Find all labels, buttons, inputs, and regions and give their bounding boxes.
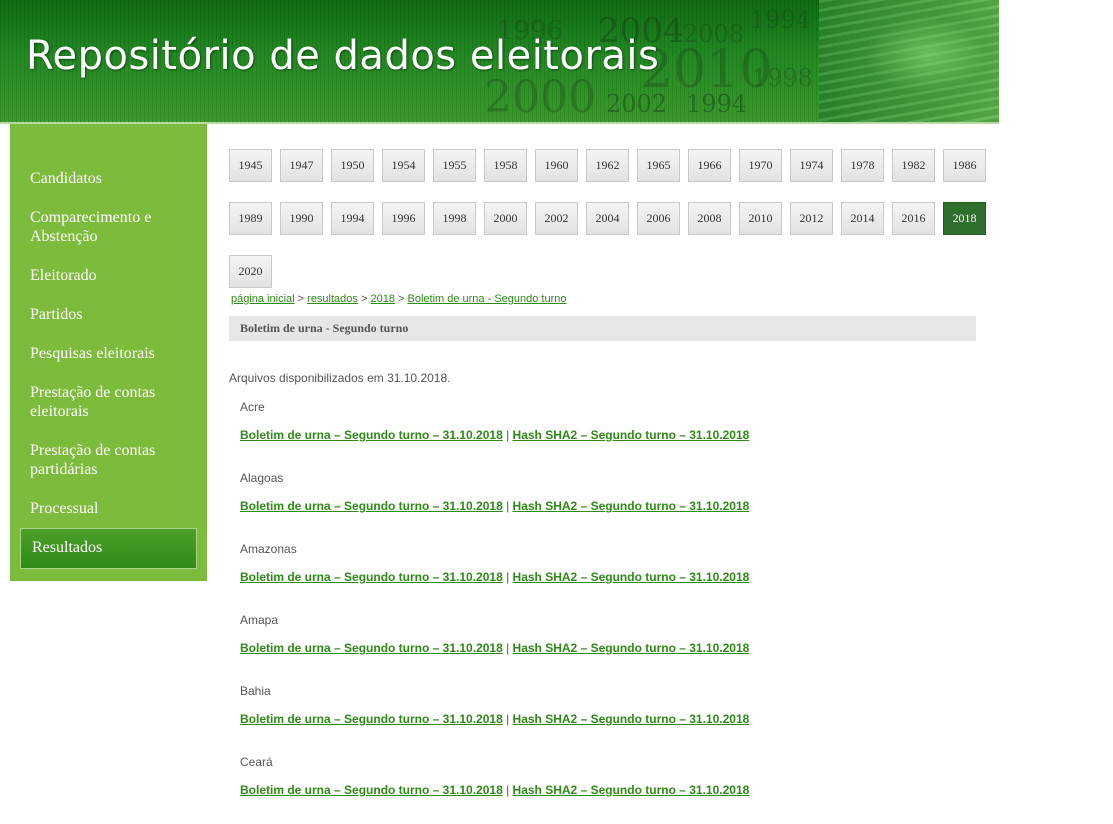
banner-decor-year: 1998 bbox=[752, 64, 814, 92]
state-name: Ceará bbox=[240, 755, 273, 769]
sidebar-item-prestacao-partidarias[interactable]: Prestação de contas partidárias bbox=[30, 441, 180, 479]
site-title: Repositório de dados eleitorais bbox=[26, 33, 660, 79]
sidebar-item-candidatos[interactable]: Candidatos bbox=[30, 169, 200, 188]
sidebar-nav: Candidatos Comparecimento e Abstenção El… bbox=[10, 124, 207, 581]
year-button[interactable]: 1947 bbox=[280, 149, 323, 182]
hash-link[interactable]: Hash SHA2 – Segundo turno – 31.10.2018 bbox=[513, 712, 750, 726]
hash-link[interactable]: Hash SHA2 – Segundo turno – 31.10.2018 bbox=[513, 499, 750, 513]
sidebar-item-processual[interactable]: Processual bbox=[30, 499, 200, 518]
state-name: Acre bbox=[240, 400, 265, 414]
state-entry: Ceará Boletim de urna – Segundo turno – … bbox=[240, 755, 980, 797]
state-links: Boletim de urna – Segundo turno – 31.10.… bbox=[240, 712, 980, 726]
state-name: Amapa bbox=[240, 613, 279, 627]
year-button[interactable]: 2014 bbox=[841, 202, 884, 235]
sidebar-item-partidos[interactable]: Partidos bbox=[30, 305, 200, 324]
breadcrumb-link[interactable]: resultados bbox=[307, 293, 358, 305]
year-button[interactable]: 2020 bbox=[229, 255, 272, 288]
state-links: Boletim de urna – Segundo turno – 31.10.… bbox=[240, 428, 980, 442]
state-links: Boletim de urna – Segundo turno – 31.10.… bbox=[240, 570, 980, 584]
year-button[interactable]: 1994 bbox=[331, 202, 374, 235]
sidebar-item-eleitorado[interactable]: Eleitorado bbox=[30, 266, 200, 285]
year-button[interactable]: 1955 bbox=[433, 149, 476, 182]
state-entry: Amazonas Boletim de urna – Segundo turno… bbox=[240, 542, 980, 584]
year-button[interactable]: 1950 bbox=[331, 149, 374, 182]
year-button[interactable]: 2000 bbox=[484, 202, 527, 235]
hash-link[interactable]: Hash SHA2 – Segundo turno – 31.10.2018 bbox=[513, 641, 750, 655]
banner-decor-year: 1994 bbox=[686, 90, 748, 118]
state-name: Bahia bbox=[240, 684, 271, 698]
year-button[interactable]: 1990 bbox=[280, 202, 323, 235]
breadcrumb-link[interactable]: Boletim de urna - Segundo turno bbox=[408, 293, 567, 305]
year-button[interactable]: 1958 bbox=[484, 149, 527, 182]
state-entry: Amapa Boletim de urna – Segundo turno – … bbox=[240, 613, 980, 655]
banner-decor-year: 2000 bbox=[484, 72, 596, 122]
year-button[interactable]: 1962 bbox=[586, 149, 629, 182]
year-button[interactable]: 2010 bbox=[739, 202, 782, 235]
breadcrumb-link[interactable]: página inicial bbox=[231, 293, 295, 305]
breadcrumb-link[interactable]: 2018 bbox=[370, 293, 394, 305]
state-entry: Bahia Boletim de urna – Segundo turno – … bbox=[240, 684, 980, 726]
breadcrumb: página inicial > resultados > 2018 > Bol… bbox=[231, 293, 567, 305]
year-button[interactable]: 2004 bbox=[586, 202, 629, 235]
boletim-link[interactable]: Boletim de urna – Segundo turno – 31.10.… bbox=[240, 641, 503, 655]
sidebar-item-comparecimento[interactable]: Comparecimento e Abstenção bbox=[30, 208, 200, 246]
year-button-selected[interactable]: 2018 bbox=[943, 202, 986, 235]
year-button[interactable]: 2016 bbox=[892, 202, 935, 235]
state-entry: Alagoas Boletim de urna – Segundo turno … bbox=[240, 471, 980, 513]
state-entry: Acre Boletim de urna – Segundo turno – 3… bbox=[240, 400, 980, 442]
year-button[interactable]: 2006 bbox=[637, 202, 680, 235]
year-button[interactable]: 2008 bbox=[688, 202, 731, 235]
year-button[interactable]: 1978 bbox=[841, 149, 884, 182]
sidebar-item-prestacao-eleitorais[interactable]: Prestação de contas eleitorais bbox=[30, 383, 180, 421]
year-button[interactable]: 1966 bbox=[688, 149, 731, 182]
sidebar-item-pesquisas[interactable]: Pesquisas eleitorais bbox=[30, 344, 200, 363]
boletim-link[interactable]: Boletim de urna – Segundo turno – 31.10.… bbox=[240, 499, 503, 513]
hash-link[interactable]: Hash SHA2 – Segundo turno – 31.10.2018 bbox=[513, 570, 750, 584]
breadcrumb-separator: > bbox=[398, 293, 408, 305]
year-button[interactable]: 1998 bbox=[433, 202, 476, 235]
breadcrumb-separator: > bbox=[297, 293, 308, 305]
state-links: Boletim de urna – Segundo turno – 31.10.… bbox=[240, 641, 980, 655]
state-links: Boletim de urna – Segundo turno – 31.10.… bbox=[240, 499, 980, 513]
year-button[interactable]: 2012 bbox=[790, 202, 833, 235]
state-name: Amazonas bbox=[240, 542, 297, 556]
banner-decor-year: 2002 bbox=[606, 90, 668, 118]
hash-link[interactable]: Hash SHA2 – Segundo turno – 31.10.2018 bbox=[513, 783, 750, 797]
year-button[interactable]: 1945 bbox=[229, 149, 272, 182]
year-button[interactable]: 2002 bbox=[535, 202, 578, 235]
banner-decor-year: 1994 bbox=[750, 6, 812, 34]
hash-link[interactable]: Hash SHA2 – Segundo turno – 31.10.2018 bbox=[513, 428, 750, 442]
year-button[interactable]: 1960 bbox=[535, 149, 578, 182]
year-button[interactable]: 1974 bbox=[790, 149, 833, 182]
year-button[interactable]: 1989 bbox=[229, 202, 272, 235]
year-button[interactable]: 1965 bbox=[637, 149, 680, 182]
boletim-link[interactable]: Boletim de urna – Segundo turno – 31.10.… bbox=[240, 783, 503, 797]
state-links: Boletim de urna – Segundo turno – 31.10.… bbox=[240, 783, 980, 797]
header-banner: 1996 2004 2008 1994 2010 1998 2000 2002 … bbox=[0, 0, 999, 122]
availability-note: Arquivos disponibilizados em 31.10.2018. bbox=[229, 371, 451, 385]
boletim-link[interactable]: Boletim de urna – Segundo turno – 31.10.… bbox=[240, 428, 503, 442]
state-name: Alagoas bbox=[240, 471, 284, 485]
year-button[interactable]: 1986 bbox=[943, 149, 986, 182]
page-title: Boletim de urna - Segundo turno bbox=[240, 321, 409, 335]
page-title-bar: Boletim de urna - Segundo turno bbox=[229, 316, 976, 341]
year-button[interactable]: 1970 bbox=[739, 149, 782, 182]
boletim-link[interactable]: Boletim de urna – Segundo turno – 31.10.… bbox=[240, 570, 503, 584]
year-button[interactable]: 1996 bbox=[382, 202, 425, 235]
keyboard-photo bbox=[819, 0, 999, 122]
year-button[interactable]: 1982 bbox=[892, 149, 935, 182]
sidebar-item-resultados[interactable]: Resultados bbox=[20, 528, 197, 569]
year-button[interactable]: 1954 bbox=[382, 149, 425, 182]
boletim-link[interactable]: Boletim de urna – Segundo turno – 31.10.… bbox=[240, 712, 503, 726]
